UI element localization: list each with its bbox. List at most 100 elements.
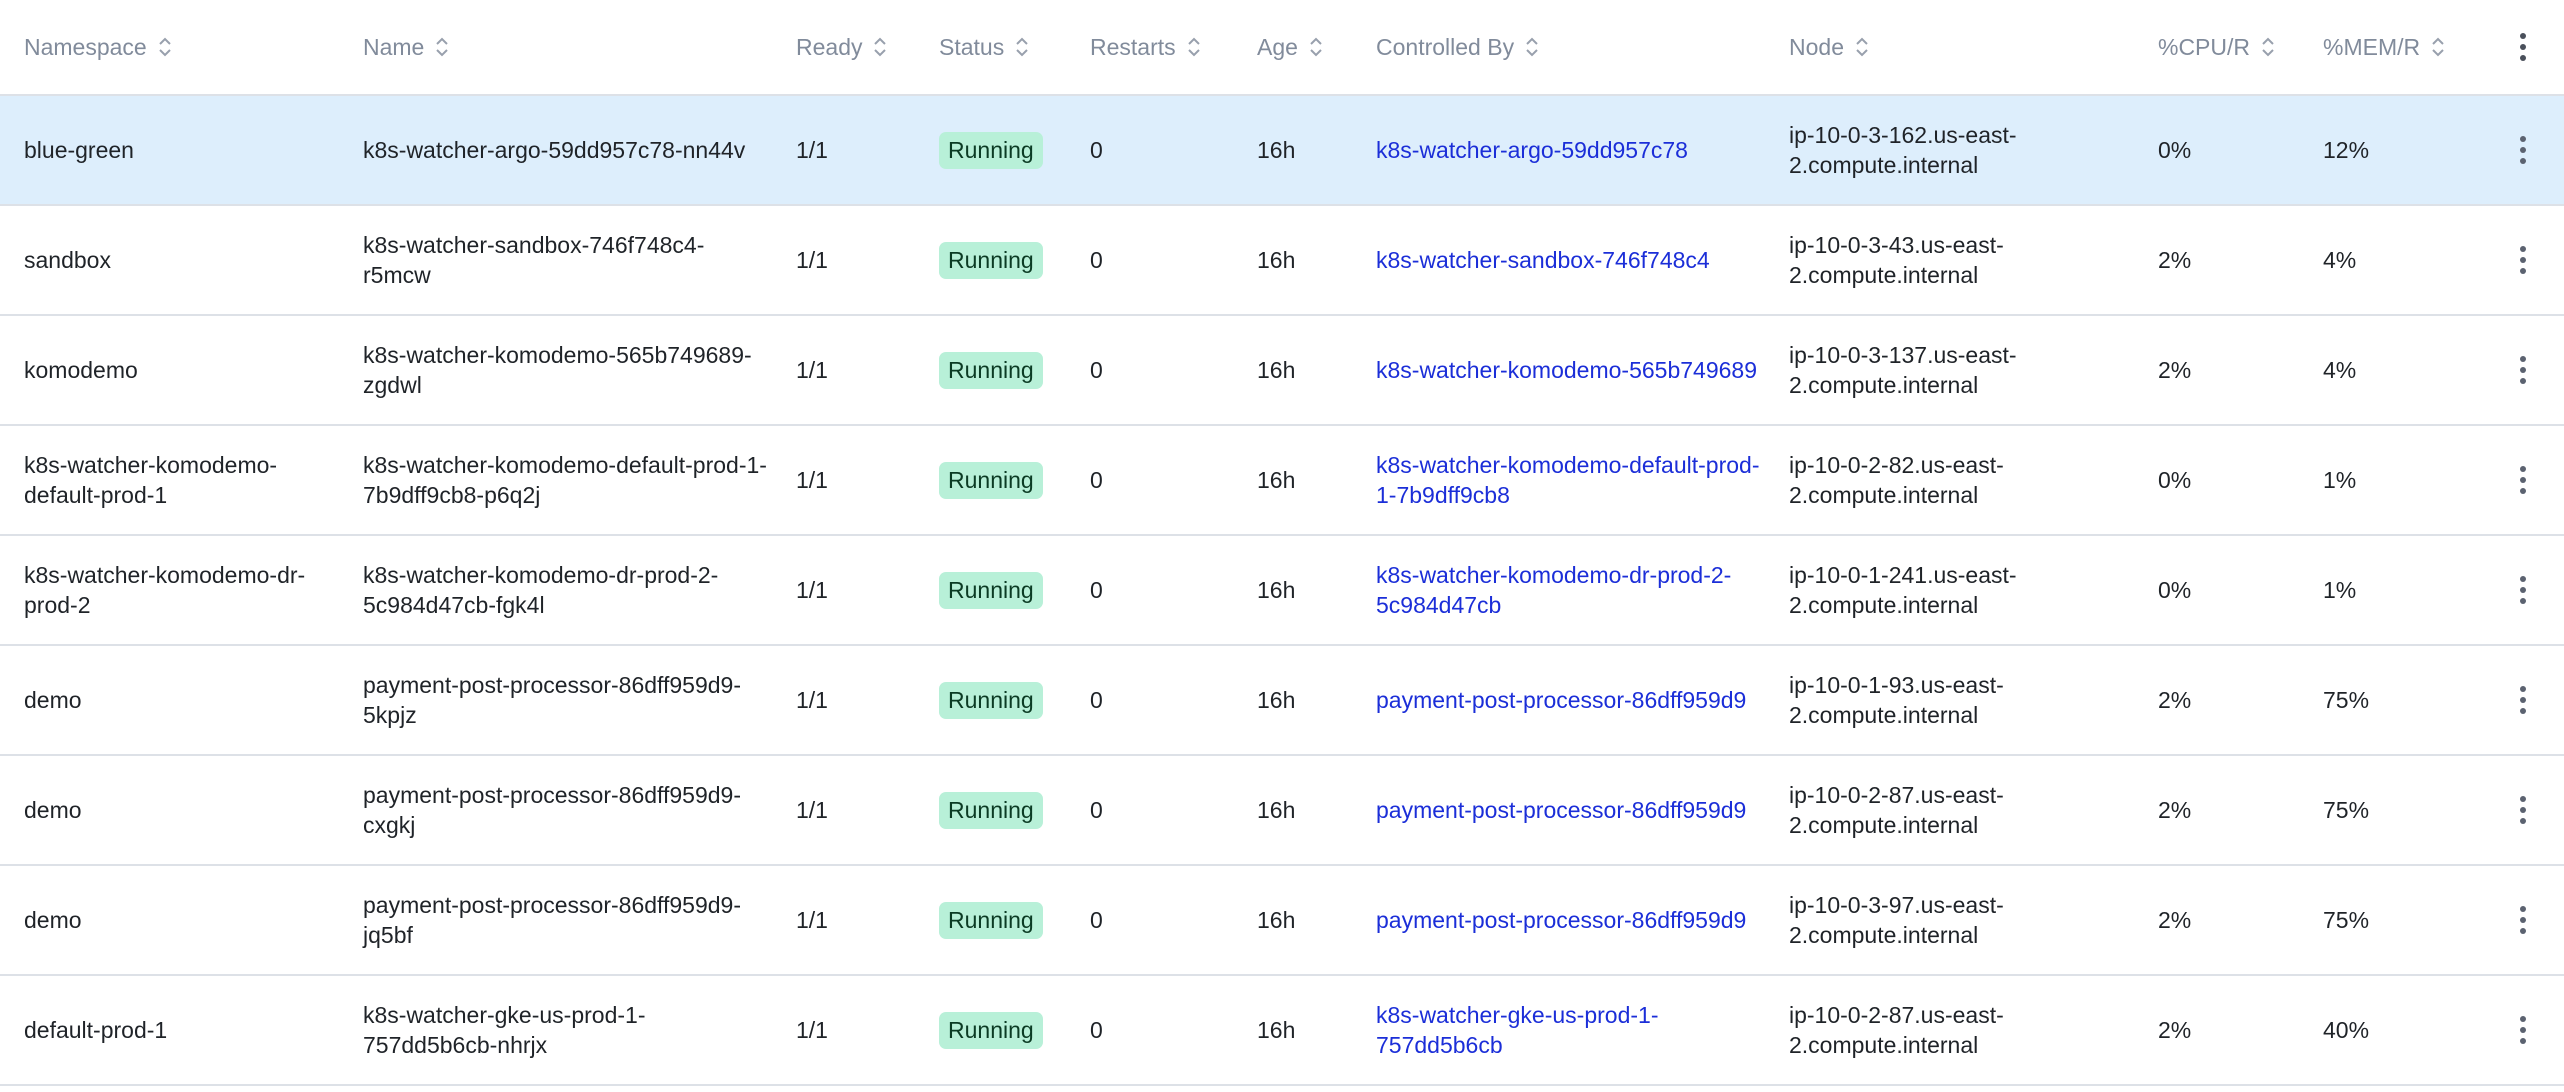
column-header-age[interactable]: Age xyxy=(1233,32,1352,62)
table-row[interactable]: demo payment-post-processor-86dff959d9-5… xyxy=(0,646,2564,756)
column-header-label: %MEM/R xyxy=(2323,34,2421,60)
table-row[interactable]: k8s-watcher-komodemo-default-prod-1 k8s-… xyxy=(0,426,2564,536)
status-cell: Running xyxy=(915,571,1066,609)
cpu-cell: 2% xyxy=(2158,247,2192,273)
more-vertical-icon[interactable] xyxy=(2508,570,2538,610)
namespace-cell: blue-green xyxy=(24,137,134,163)
controlled-by-link[interactable]: payment-post-processor-86dff959d9 xyxy=(1376,797,1746,823)
sort-icon[interactable] xyxy=(872,34,890,60)
controlled-by-link[interactable]: payment-post-processor-86dff959d9 xyxy=(1376,907,1746,933)
more-vertical-icon[interactable] xyxy=(2508,27,2538,67)
column-header-ready[interactable]: Ready xyxy=(772,32,915,62)
table-row[interactable]: demo payment-post-processor-86dff959d9-c… xyxy=(0,756,2564,866)
more-vertical-icon[interactable] xyxy=(2508,350,2538,390)
pod-name-cell: k8s-watcher-komodemo-dr-prod-2-5c984d47c… xyxy=(363,562,719,618)
controlled-by-cell: payment-post-processor-86dff959d9 xyxy=(1352,795,1765,825)
controlled-by-cell: k8s-watcher-argo-59dd957c78 xyxy=(1352,135,1765,165)
status-badge: Running xyxy=(939,681,1043,719)
row-actions-menu[interactable] xyxy=(2482,460,2564,500)
row-actions-menu[interactable] xyxy=(2482,900,2564,940)
table-row[interactable]: demo payment-post-processor-86dff959d9-j… xyxy=(0,866,2564,976)
controlled-by-cell: payment-post-processor-86dff959d9 xyxy=(1352,685,1765,715)
age-cell: 16h xyxy=(1257,907,1296,933)
row-actions-menu[interactable] xyxy=(2482,350,2564,390)
more-vertical-icon[interactable] xyxy=(2508,240,2538,280)
mem-cell: 1% xyxy=(2323,577,2357,603)
status-badge: Running xyxy=(939,461,1043,499)
table-row[interactable]: sandbox k8s-watcher-sandbox-746f748c4-r5… xyxy=(0,206,2564,316)
restarts-cell: 0 xyxy=(1090,687,1103,713)
age-cell: 16h xyxy=(1257,577,1296,603)
table-row[interactable]: k8s-watcher-komodemo-dr-prod-2 k8s-watch… xyxy=(0,536,2564,646)
column-header-label: Age xyxy=(1257,34,1298,60)
column-header-controlled-by[interactable]: Controlled By xyxy=(1352,32,1765,62)
restarts-cell: 0 xyxy=(1090,907,1103,933)
more-vertical-icon[interactable] xyxy=(2508,900,2538,940)
node-cell: ip-10-0-3-137.us-east-2.compute.internal xyxy=(1789,342,2017,398)
cpu-cell: 2% xyxy=(2158,687,2192,713)
controlled-by-link[interactable]: k8s-watcher-komodemo-dr-prod-2-5c984d47c… xyxy=(1376,562,1731,618)
mem-cell: 4% xyxy=(2323,357,2357,383)
more-vertical-icon[interactable] xyxy=(2508,130,2538,170)
row-actions-menu[interactable] xyxy=(2482,130,2564,170)
mem-cell: 4% xyxy=(2323,247,2357,273)
column-header-name[interactable]: Name xyxy=(339,32,772,62)
cpu-cell: 0% xyxy=(2158,577,2192,603)
status-badge: Running xyxy=(939,901,1043,939)
namespace-cell: komodemo xyxy=(24,357,138,383)
column-header-namespace[interactable]: Namespace xyxy=(0,32,339,62)
ready-cell: 1/1 xyxy=(796,137,828,163)
column-header-restarts[interactable]: Restarts xyxy=(1066,32,1233,62)
row-actions-menu[interactable] xyxy=(2482,790,2564,830)
more-vertical-icon[interactable] xyxy=(2508,680,2538,720)
more-vertical-icon[interactable] xyxy=(2508,790,2538,830)
row-actions-menu[interactable] xyxy=(2482,680,2564,720)
node-cell: ip-10-0-1-241.us-east-2.compute.internal xyxy=(1789,562,2017,618)
sort-icon[interactable] xyxy=(1308,34,1326,60)
age-cell: 16h xyxy=(1257,467,1296,493)
sort-icon[interactable] xyxy=(1524,34,1542,60)
table-row[interactable]: blue-green k8s-watcher-argo-59dd957c78-n… xyxy=(0,96,2564,206)
controlled-by-link[interactable]: k8s-watcher-komodemo-default-prod-1-7b9d… xyxy=(1376,452,1760,508)
ready-cell: 1/1 xyxy=(796,577,828,603)
column-settings-menu[interactable] xyxy=(2482,27,2564,67)
sort-icon[interactable] xyxy=(1186,34,1204,60)
controlled-by-link[interactable]: k8s-watcher-komodemo-565b749689 xyxy=(1376,357,1757,383)
more-vertical-icon[interactable] xyxy=(2508,1010,2538,1050)
ready-cell: 1/1 xyxy=(796,247,828,273)
status-cell: Running xyxy=(915,1011,1066,1049)
mem-cell: 75% xyxy=(2323,907,2370,933)
sort-icon[interactable] xyxy=(157,34,175,60)
controlled-by-link[interactable]: k8s-watcher-sandbox-746f748c4 xyxy=(1376,247,1710,273)
status-cell: Running xyxy=(915,241,1066,279)
controlled-by-cell: payment-post-processor-86dff959d9 xyxy=(1352,905,1765,935)
restarts-cell: 0 xyxy=(1090,247,1103,273)
column-header-status[interactable]: Status xyxy=(915,32,1066,62)
column-header-mem[interactable]: %MEM/R xyxy=(2299,32,2482,62)
table-row[interactable]: komodemo k8s-watcher-komodemo-565b749689… xyxy=(0,316,2564,426)
row-actions-menu[interactable] xyxy=(2482,1010,2564,1050)
sort-icon[interactable] xyxy=(1854,34,1872,60)
controlled-by-link[interactable]: payment-post-processor-86dff959d9 xyxy=(1376,687,1746,713)
namespace-cell: k8s-watcher-komodemo-dr-prod-2 xyxy=(24,562,306,618)
table-row[interactable]: default-prod-1 k8s-watcher-gke-us-prod-1… xyxy=(0,976,2564,1086)
column-header-node[interactable]: Node xyxy=(1765,32,2134,62)
controlled-by-link[interactable]: k8s-watcher-gke-us-prod-1-757dd5b6cb xyxy=(1376,1002,1658,1058)
row-actions-menu[interactable] xyxy=(2482,240,2564,280)
namespace-cell: demo xyxy=(24,797,82,823)
sort-icon[interactable] xyxy=(2260,34,2278,60)
controlled-by-link[interactable]: k8s-watcher-argo-59dd957c78 xyxy=(1376,137,1688,163)
namespace-cell: default-prod-1 xyxy=(24,1017,168,1043)
column-header-cpu[interactable]: %CPU/R xyxy=(2134,32,2299,62)
sort-icon[interactable] xyxy=(1014,34,1032,60)
restarts-cell: 0 xyxy=(1090,577,1103,603)
cpu-cell: 0% xyxy=(2158,467,2192,493)
mem-cell: 1% xyxy=(2323,467,2357,493)
sort-icon[interactable] xyxy=(2430,34,2448,60)
mem-cell: 12% xyxy=(2323,137,2370,163)
namespace-cell: demo xyxy=(24,687,82,713)
node-cell: ip-10-0-2-87.us-east-2.compute.internal xyxy=(1789,782,2004,838)
sort-icon[interactable] xyxy=(434,34,452,60)
more-vertical-icon[interactable] xyxy=(2508,460,2538,500)
row-actions-menu[interactable] xyxy=(2482,570,2564,610)
